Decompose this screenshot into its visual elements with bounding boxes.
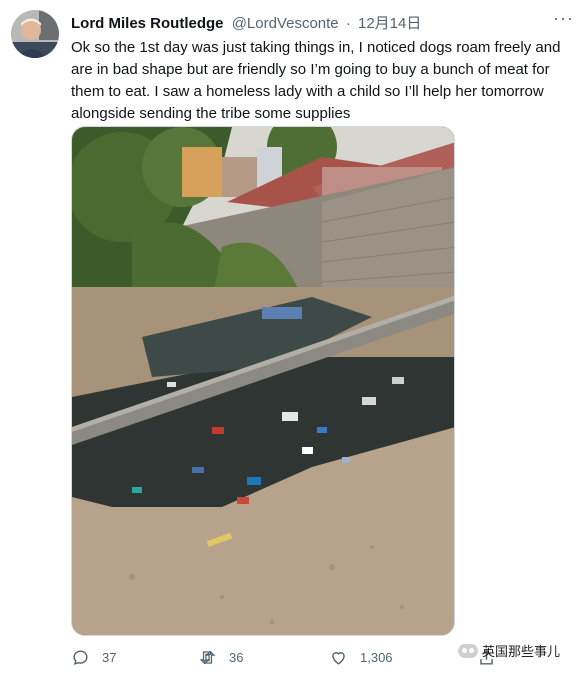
more-options-icon[interactable]: ··· bbox=[553, 8, 574, 29]
like-count: 1,306 bbox=[360, 650, 393, 665]
author-avatar[interactable] bbox=[11, 10, 59, 58]
reply-count: 37 bbox=[102, 650, 117, 665]
tweet-header: Lord Miles Routledge @LordVesconte · 12月… bbox=[71, 12, 421, 33]
author-name[interactable]: Lord Miles Routledge bbox=[71, 15, 224, 32]
like-button[interactable]: 1,306 bbox=[329, 648, 393, 667]
retweet-button[interactable]: 36 bbox=[198, 648, 243, 667]
reply-button[interactable]: 37 bbox=[71, 648, 116, 667]
watermark-text: 英国那些事儿 bbox=[482, 644, 561, 659]
tweet-date[interactable]: 12月14日 bbox=[358, 15, 421, 32]
retweet-count: 36 bbox=[229, 650, 244, 665]
heart-icon bbox=[332, 652, 345, 665]
avatar-photo bbox=[11, 10, 59, 58]
watermark: 英国那些事儿 bbox=[458, 641, 560, 660]
author-handle[interactable]: @LordVesconte bbox=[232, 15, 339, 32]
retweet-icon bbox=[199, 650, 216, 665]
header-separator: · bbox=[345, 15, 351, 32]
tweet-photo[interactable] bbox=[71, 126, 455, 636]
tweet-text: Ok so the 1st day was just taking things… bbox=[71, 39, 561, 122]
wechat-logo-icon bbox=[458, 643, 478, 658]
photo-garbage-canal bbox=[72, 127, 454, 635]
reply-icon bbox=[73, 650, 88, 665]
